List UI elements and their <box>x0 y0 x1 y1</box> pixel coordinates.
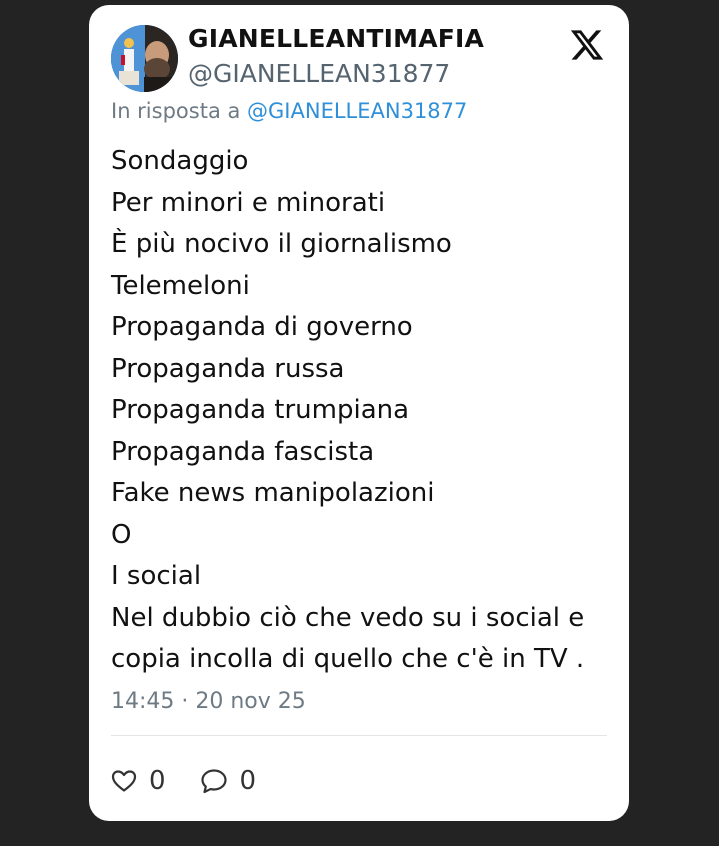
tweet-text-line: Telemeloni <box>111 270 250 301</box>
tweet-text-line: O <box>111 519 132 550</box>
reply-button[interactable]: 0 <box>200 766 257 796</box>
tweet-actions: 0 0 <box>111 761 290 801</box>
author-handle[interactable]: @GIANELLEAN31877 <box>188 59 450 88</box>
x-logo-icon[interactable] <box>569 27 605 63</box>
author-display-name[interactable]: GIANELLEANTIMAFIA <box>188 24 484 53</box>
tweet-text: Sondaggio Per minori e minorati È più no… <box>111 141 616 681</box>
tweet-text-line: Nel dubbio ciò che vedo su i social e <box>111 602 585 633</box>
tweet-text-line: Propaganda trumpiana <box>111 395 410 425</box>
tweet-text-line: Fake news manipolazioni <box>111 478 435 508</box>
tweet-text-line: Propaganda fascista <box>111 436 375 467</box>
tweet-text-line: Per minori e minorati <box>111 187 386 218</box>
reply-context: In risposta a @GIANELLEAN31877 <box>111 99 467 123</box>
reply-mention-link[interactable]: @GIANELLEAN31877 <box>247 99 467 123</box>
tweet-text-line: Propaganda di governo <box>111 312 413 342</box>
profile-photo-avatar <box>111 25 178 92</box>
tweet-text-line: I social <box>111 561 202 591</box>
reply-prefix: In risposta a <box>111 99 248 123</box>
tweet-text-line: Sondaggio <box>111 146 249 176</box>
tweet-text-line: È più nocivo il giornalismo <box>111 229 452 259</box>
heart-icon <box>111 770 137 792</box>
divider <box>111 735 607 736</box>
avatar[interactable] <box>111 25 178 92</box>
tweet-text-line: copia incolla di quello che c'è in TV . <box>111 644 585 674</box>
tweet-card: GIANELLEANTIMAFIA @GIANELLEAN31877 In ri… <box>89 5 629 821</box>
reply-count: 0 <box>239 766 257 796</box>
like-count: 0 <box>149 766 166 796</box>
tweet-timestamp[interactable]: 14:45 · 20 nov 25 <box>111 689 306 714</box>
tweet-text-line: Propaganda russa <box>111 353 345 384</box>
speech-bubble-icon <box>200 769 227 794</box>
like-button[interactable]: 0 <box>111 766 166 796</box>
